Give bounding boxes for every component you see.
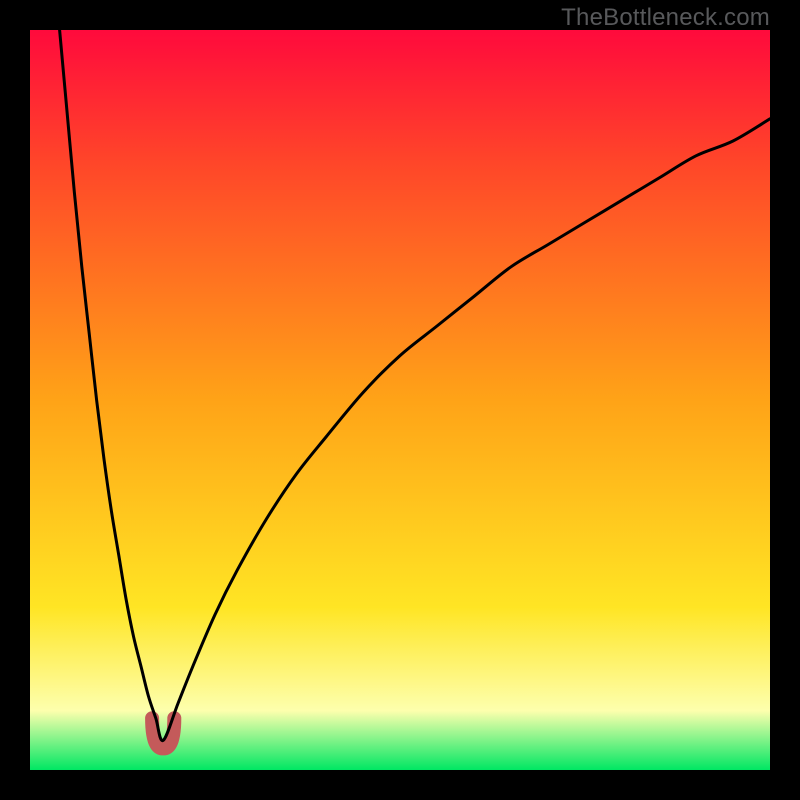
chart-svg	[30, 30, 770, 770]
plot-area	[30, 30, 770, 770]
watermark-text: TheBottleneck.com	[561, 4, 770, 32]
gradient-background	[30, 30, 770, 770]
chart-frame: TheBottleneck.com	[0, 0, 800, 800]
